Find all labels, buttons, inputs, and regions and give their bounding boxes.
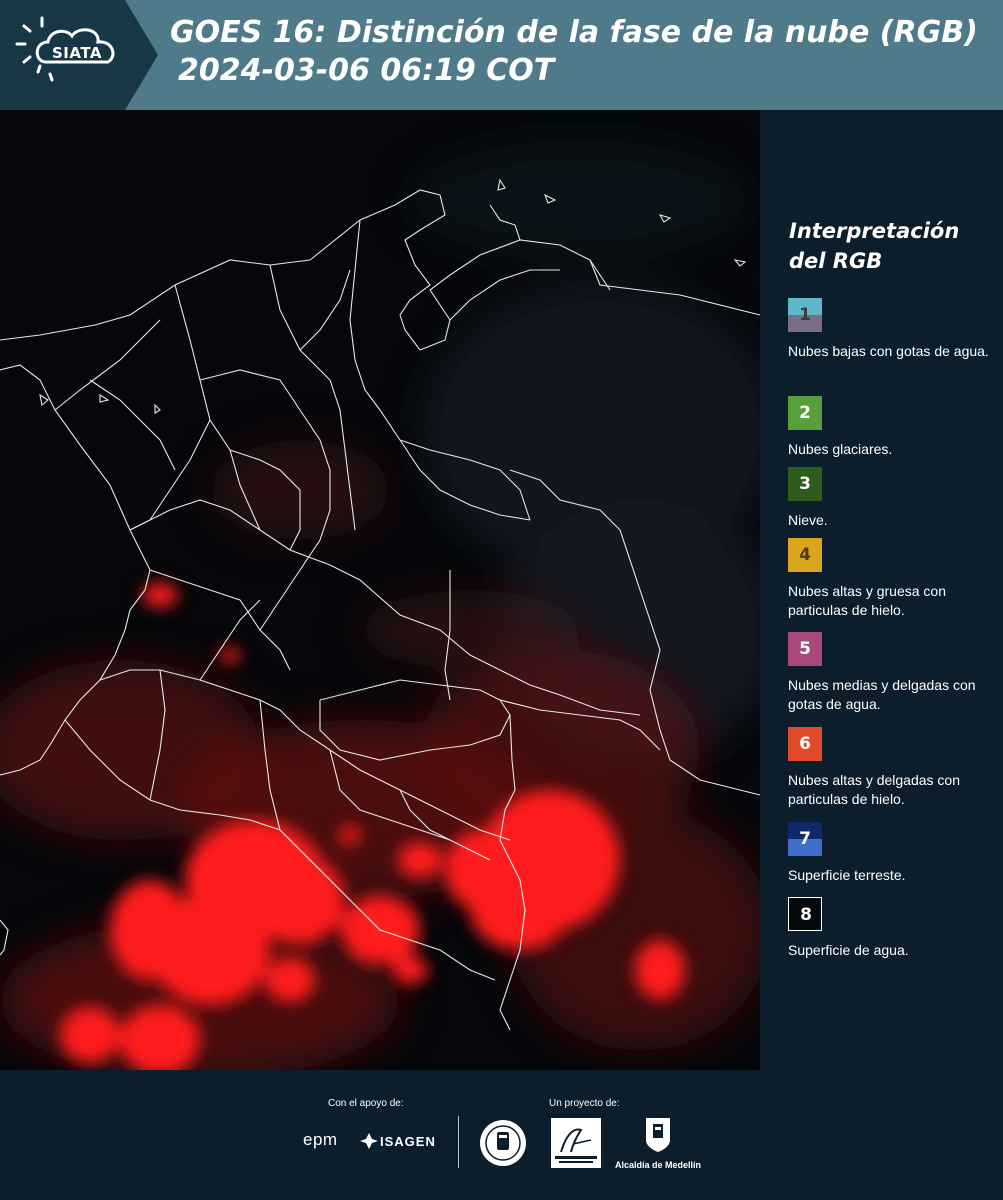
legend-number: 4	[799, 545, 811, 565]
legend-item-7: 7 Superficie terreste.	[788, 822, 998, 885]
legend-number: 3	[799, 474, 811, 494]
university-seal-logo	[480, 1120, 526, 1166]
legend-panel: Interpretación del RGB 1 Nubes bajas con …	[760, 110, 1003, 1070]
isagen-logo: ISAGEN	[380, 1134, 436, 1149]
support-label: Con el apoyo de:	[328, 1098, 404, 1109]
header-bar: SIATA GOES 16: Distinción de la fase de …	[0, 0, 1003, 110]
legend-swatch: 3	[788, 467, 822, 501]
footer: Con el apoyo de: Un proyecto de: epm ISA…	[0, 1070, 1003, 1200]
footer-divider	[458, 1116, 459, 1168]
siata-logo: SIATA	[0, 0, 158, 110]
legend-swatch: 7	[788, 822, 822, 856]
legend-number: 6	[799, 734, 811, 754]
legend-swatch: 2	[788, 396, 822, 430]
legend-label: Nubes altas y gruesa con particulas de h…	[788, 583, 946, 618]
legend-number: 2	[799, 403, 811, 423]
legend-label: Nubes glaciares.	[788, 441, 893, 457]
legend-item-2: 2 Nubes glaciares.	[788, 396, 998, 459]
legend-item-3: 3 Nieve.	[788, 467, 998, 530]
area-metropolitana-logo	[551, 1118, 601, 1168]
legend-item-8: 8 Superficie de agua.	[788, 897, 998, 960]
legend-label: Nubes medias y delgadas con gotas de agu…	[788, 677, 976, 712]
siata-logo-text: SIATA	[52, 44, 103, 62]
legend-item-4: 4 Nubes altas y gruesa con particulas de …	[788, 538, 998, 620]
satellite-map[interactable]	[0, 110, 760, 1070]
legend-swatch: 6	[788, 727, 822, 761]
epm-logo: epm	[303, 1130, 338, 1149]
project-label: Un proyecto de:	[549, 1098, 620, 1109]
legend-swatch: 1	[788, 298, 822, 332]
legend-swatch: 4	[788, 538, 822, 572]
legend-label: Nubes altas y delgadas con particulas de…	[788, 772, 960, 807]
legend-swatch: 8	[788, 897, 822, 931]
legend-item-5: 5 Nubes medias y delgadas con gotas de ag…	[788, 632, 998, 714]
legend-item-1: 1 Nubes bajas con gotas de agua.	[788, 298, 998, 361]
legend-number: 5	[799, 639, 811, 659]
alcaldia-shield-icon	[646, 1118, 670, 1152]
alcaldia-label: Alcaldía de Medellín	[614, 1160, 702, 1170]
legend-number: 1	[799, 305, 811, 325]
page-title: GOES 16: Distinción de la fase de la nub…	[170, 15, 978, 50]
legend-title: Interpretación del RGB	[789, 219, 960, 273]
legend-number: 7	[799, 829, 811, 849]
alcaldia-medellin-logo: Alcaldía de Medellín	[612, 1116, 704, 1170]
legend-number: 8	[800, 905, 812, 925]
legend-item-6: 6 Nubes altas y delgadas con particulas d…	[788, 727, 998, 809]
isagen-logo-mark	[360, 1133, 378, 1149]
legend-label: Nubes bajas con gotas de agua.	[788, 343, 989, 359]
legend-label: Nieve.	[788, 512, 828, 528]
page-subtitle: 2024-03-06 06:19 COT	[178, 53, 555, 88]
legend-label: Superficie terreste.	[788, 867, 906, 883]
legend-label: Superficie de agua.	[788, 942, 909, 958]
legend-swatch: 5	[788, 632, 822, 666]
